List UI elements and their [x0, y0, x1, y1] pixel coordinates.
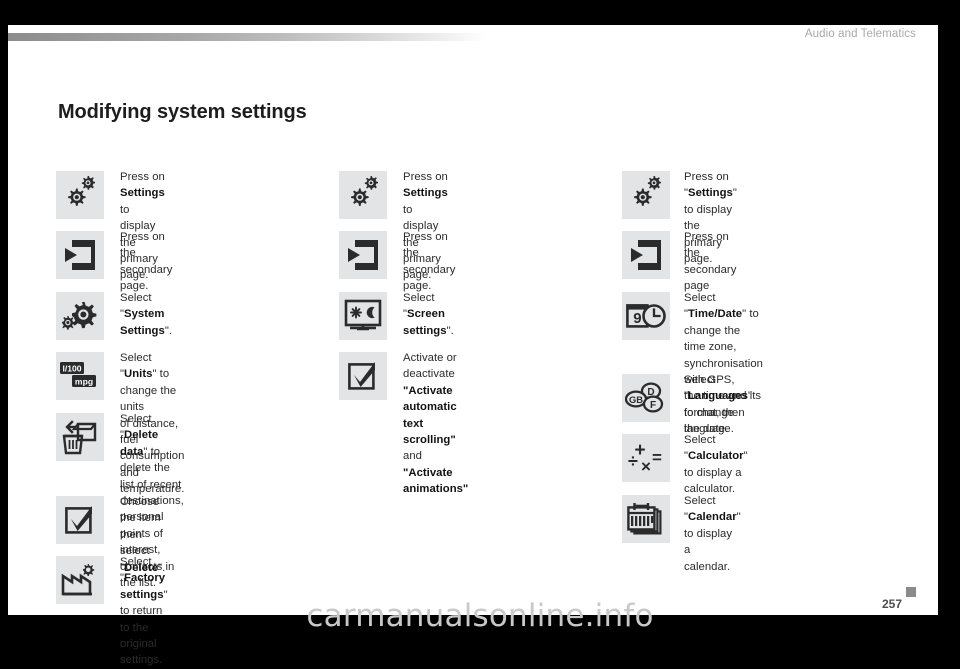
- secondary-page-arrow-icon: [622, 231, 670, 279]
- instruction-text: Select "Calendar" to display a calendar.: [684, 495, 741, 573]
- calculator-symbols-icon: + = ÷ ×: [622, 434, 670, 482]
- settings-gears-icon: [56, 171, 104, 219]
- settings-gears-icon: [622, 171, 670, 219]
- section-title: Audio and Telematics: [804, 28, 916, 40]
- screen-settings-monitor-icon: [339, 292, 387, 340]
- instruction-text: Activate or deactivate "Activate automati…: [403, 352, 469, 496]
- svg-text:F: F: [650, 400, 656, 411]
- system-settings-gears-icon: [56, 292, 104, 340]
- manual-page: Audio and Telematics Modifying system se…: [8, 25, 938, 666]
- page-corner-marker: 257: [882, 587, 916, 611]
- svg-text:GB: GB: [629, 394, 643, 405]
- delete-data-trash-icon: [56, 413, 104, 461]
- page-title: Modifying system settings: [58, 101, 307, 123]
- svg-text:=: =: [652, 448, 662, 467]
- column-screen-settings: Press on Settings to display the primary …: [339, 143, 611, 495]
- factory-settings-icon: [56, 556, 104, 604]
- settings-gears-icon: [339, 171, 387, 219]
- languages-gb-d-f-icon: D GB F: [622, 374, 670, 422]
- svg-text:9: 9: [633, 310, 641, 327]
- svg-text:mpg: mpg: [75, 376, 93, 386]
- instruction-text: Select "Screen settings".: [403, 292, 454, 337]
- secondary-page-arrow-icon: [56, 231, 104, 279]
- column-time-language: Press on "Settings" to display the primar…: [622, 143, 912, 573]
- instruction-text: Press on the secondary page.: [403, 231, 456, 293]
- svg-text:×: ×: [641, 457, 651, 475]
- instruction-text: Press on the secondary page: [684, 231, 737, 293]
- calendar-icon: [622, 495, 670, 543]
- svg-text:÷: ÷: [628, 451, 638, 471]
- instruction-text: Select "Calculator" to display a calculat…: [684, 434, 748, 496]
- units-mpg-icon: l/100 mpg: [56, 352, 104, 400]
- header-bar: [8, 33, 938, 41]
- secondary-page-arrow-icon: [339, 231, 387, 279]
- instruction-text: Select "System Settings".: [120, 292, 173, 337]
- instruction-text: Select "Languages" to change language.: [684, 374, 752, 436]
- checkbox-tick-icon: [339, 352, 387, 400]
- page-number: 257: [881, 597, 902, 611]
- time-date-clock-icon: 9: [622, 292, 670, 340]
- column-system-settings: Press on Settings to display the primary …: [56, 143, 328, 666]
- instruction-text: Select "Factory settings" to return to th…: [120, 556, 168, 667]
- checkbox-tick-icon: [56, 496, 104, 544]
- svg-text:l/100: l/100: [62, 364, 81, 374]
- header-gradient-rule: [8, 33, 486, 41]
- instruction-text: Press on the secondary page.: [120, 231, 173, 293]
